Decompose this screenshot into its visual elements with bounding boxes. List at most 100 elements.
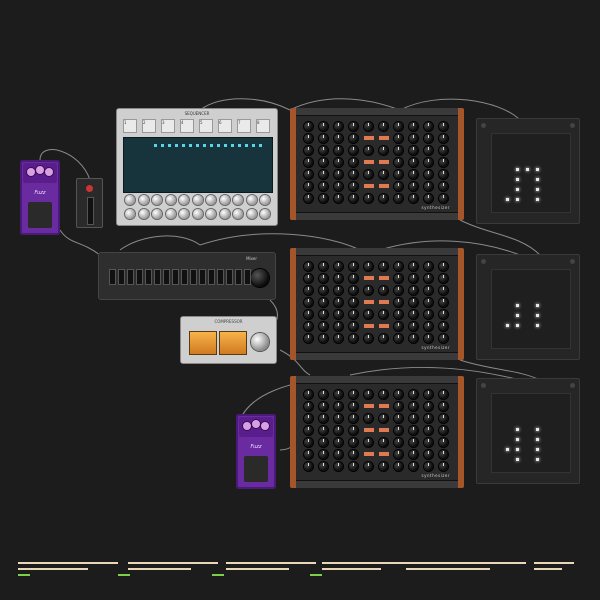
compressor[interactable]: COMPRESSOR — [180, 316, 277, 364]
step-icon[interactable] — [203, 144, 206, 147]
knob-icon[interactable] — [424, 286, 433, 295]
knob-icon[interactable] — [439, 426, 448, 435]
knob-icon[interactable] — [349, 274, 358, 283]
led-grid[interactable] — [491, 133, 571, 213]
knob-icon[interactable] — [319, 182, 328, 191]
knob-icon[interactable] — [424, 402, 433, 411]
synth-button[interactable] — [364, 276, 374, 280]
knob-icon[interactable] — [179, 209, 189, 219]
knob-icon[interactable] — [349, 122, 358, 131]
synth-1[interactable]: synthesizer — [290, 108, 464, 220]
mixer-fader[interactable] — [145, 269, 152, 285]
sequencer[interactable]: SEQUENCER 12345678 — [116, 108, 278, 226]
knob-icon[interactable] — [409, 390, 418, 399]
timeline-marker[interactable] — [118, 574, 130, 576]
knob-icon[interactable] — [304, 310, 313, 319]
knob-icon[interactable] — [409, 414, 418, 423]
sequencer-tab[interactable]: 7 — [237, 119, 251, 133]
knob-icon[interactable] — [319, 134, 328, 143]
synth-button[interactable] — [379, 300, 389, 304]
knob-icon[interactable] — [252, 420, 260, 428]
timeline-clip[interactable] — [128, 562, 218, 564]
mixer-fader[interactable] — [190, 269, 197, 285]
knob-icon[interactable] — [394, 286, 403, 295]
knob-icon[interactable] — [379, 414, 388, 423]
knob-icon[interactable] — [394, 390, 403, 399]
step-icon[interactable] — [196, 144, 199, 147]
knob-icon[interactable] — [304, 146, 313, 155]
knob-icon[interactable] — [394, 274, 403, 283]
synth-button[interactable] — [364, 136, 374, 140]
knob-icon[interactable] — [206, 209, 216, 219]
knob-icon[interactable] — [233, 195, 243, 205]
knob-icon[interactable] — [334, 334, 343, 343]
knob-icon[interactable] — [409, 182, 418, 191]
knob-icon[interactable] — [379, 334, 388, 343]
knob-icon[interactable] — [394, 298, 403, 307]
knob-icon[interactable] — [319, 194, 328, 203]
timeline-marker[interactable] — [212, 574, 224, 576]
mixer-fader[interactable] — [199, 269, 206, 285]
synth-3[interactable]: synthesizer — [290, 376, 464, 488]
knob-icon[interactable] — [409, 450, 418, 459]
knob-icon[interactable] — [125, 195, 135, 205]
knob-icon[interactable] — [349, 310, 358, 319]
knob-icon[interactable] — [424, 158, 433, 167]
knob-icon[interactable] — [192, 195, 203, 205]
timeline[interactable] — [0, 560, 600, 580]
mixer-fader[interactable] — [154, 269, 161, 285]
knob-icon[interactable] — [334, 450, 343, 459]
knob-icon[interactable] — [319, 426, 328, 435]
knob-icon[interactable] — [439, 438, 448, 447]
knob-icon[interactable] — [246, 195, 257, 205]
step-icon[interactable] — [210, 144, 213, 147]
knob-icon[interactable] — [334, 402, 343, 411]
sequencer-tab[interactable]: 1 — [123, 119, 137, 133]
knob-icon[interactable] — [439, 286, 448, 295]
knob-icon[interactable] — [364, 414, 373, 423]
knob-icon[interactable] — [319, 262, 328, 271]
knob-icon[interactable] — [349, 286, 358, 295]
knob-icon[interactable] — [409, 438, 418, 447]
step-icon[interactable] — [252, 144, 255, 147]
step-icon[interactable] — [259, 144, 262, 147]
knob-icon[interactable] — [334, 182, 343, 191]
knob-icon[interactable] — [334, 134, 343, 143]
synth-button[interactable] — [379, 452, 389, 456]
knob-icon[interactable] — [379, 170, 388, 179]
knob-icon[interactable] — [424, 194, 433, 203]
mixer-fader[interactable] — [244, 269, 251, 285]
knob-icon[interactable] — [439, 462, 448, 471]
knob-icon[interactable] — [349, 134, 358, 143]
sequencer-tab[interactable]: 2 — [142, 119, 156, 133]
knob-icon[interactable] — [319, 146, 328, 155]
timeline-clip[interactable] — [322, 568, 381, 570]
knob-icon[interactable] — [349, 334, 358, 343]
synth-button[interactable] — [379, 276, 389, 280]
step-icon[interactable] — [224, 144, 227, 147]
knob-icon[interactable] — [439, 310, 448, 319]
synth-button[interactable] — [364, 452, 374, 456]
knob-icon[interactable] — [379, 194, 388, 203]
knob-icon[interactable] — [394, 310, 403, 319]
knob-icon[interactable] — [424, 298, 433, 307]
knob-icon[interactable] — [409, 134, 418, 143]
knob-icon[interactable] — [319, 170, 328, 179]
slider[interactable] — [87, 197, 94, 225]
timeline-clip[interactable] — [406, 562, 526, 564]
synth-button[interactable] — [379, 160, 389, 164]
knob-icon[interactable] — [394, 426, 403, 435]
knob-icon[interactable] — [424, 122, 433, 131]
sequencer-tab[interactable]: 6 — [218, 119, 232, 133]
knob-icon[interactable] — [152, 195, 162, 205]
knob-icon[interactable] — [319, 390, 328, 399]
knob-icon[interactable] — [394, 450, 403, 459]
step-icon[interactable] — [238, 144, 241, 147]
mixer-fader[interactable] — [109, 269, 116, 285]
knob-icon[interactable] — [409, 194, 418, 203]
knob-icon[interactable] — [349, 390, 358, 399]
knob-icon[interactable] — [424, 438, 433, 447]
knob-icon[interactable] — [379, 310, 388, 319]
knob-icon[interactable] — [379, 438, 388, 447]
knob-icon[interactable] — [304, 462, 313, 471]
